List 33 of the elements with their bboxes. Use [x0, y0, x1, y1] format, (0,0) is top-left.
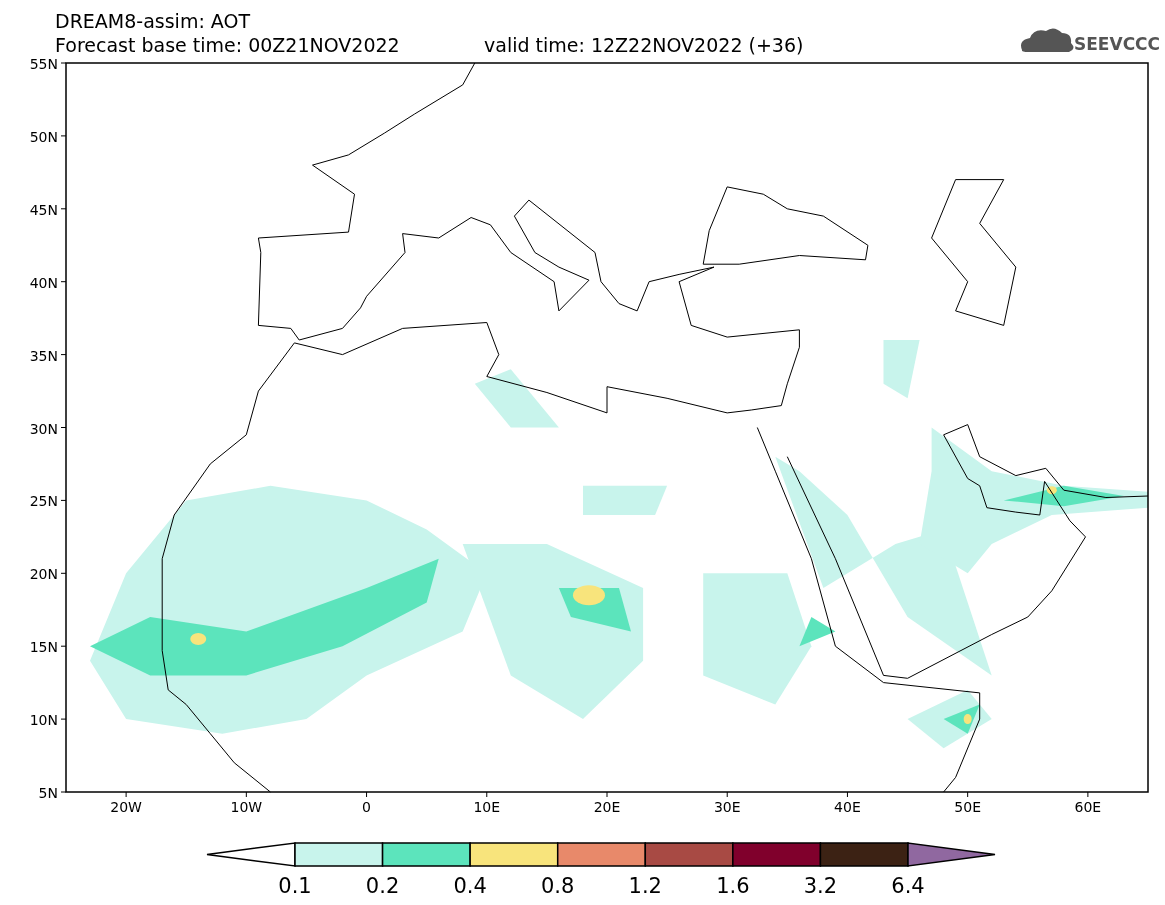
base-time-text: Forecast base time: 00Z21NOV2022 [55, 34, 400, 56]
longitude-label: 20E [593, 799, 621, 815]
latitude-label: 25N [29, 493, 58, 510]
longitude-label: 10E [473, 799, 501, 815]
valid-time-text: valid time: 12Z22NOV2022 (+36) [484, 34, 804, 56]
latitude-label: 55N [29, 56, 58, 72]
latitude-label: 45N [29, 201, 58, 218]
longitude-label: 20W [110, 799, 142, 815]
latitude-label: 20N [29, 566, 58, 583]
longitude-label: 40E [834, 799, 861, 815]
latitude-label: 10N [29, 712, 58, 729]
latitude-label: 15N [29, 639, 58, 656]
latitude-label: 50N [29, 128, 58, 145]
colorbar-label: 6.4 [891, 874, 925, 898]
map-title: DREAM8-assim: AOT [55, 10, 251, 32]
latitude-label: 35N [29, 347, 58, 364]
colorbar-label: 1.6 [716, 874, 750, 898]
latitude-label: 40N [29, 274, 58, 291]
longitude-label: 60E [1074, 799, 1102, 815]
logo-text: SEEVCCC [1074, 34, 1161, 54]
latitude-label: 5N [38, 785, 58, 801]
colorbar-label: 1.2 [628, 874, 662, 898]
colorbar-label: 0.4 [453, 874, 487, 898]
longitude-label: 0 [362, 799, 371, 815]
colorbar-label: 0.2 [365, 874, 400, 898]
colorbar-label: 3.2 [803, 874, 838, 898]
latitude-label: 30N [29, 420, 58, 437]
colorbar-label: 0.1 [278, 874, 312, 898]
longitude-label: 50E [954, 799, 981, 815]
longitude-label: 10W [230, 799, 263, 815]
colorbar-label: 0.8 [541, 874, 575, 898]
longitude-label: 30E [713, 799, 741, 815]
cloud-logo-icon [1021, 28, 1074, 52]
